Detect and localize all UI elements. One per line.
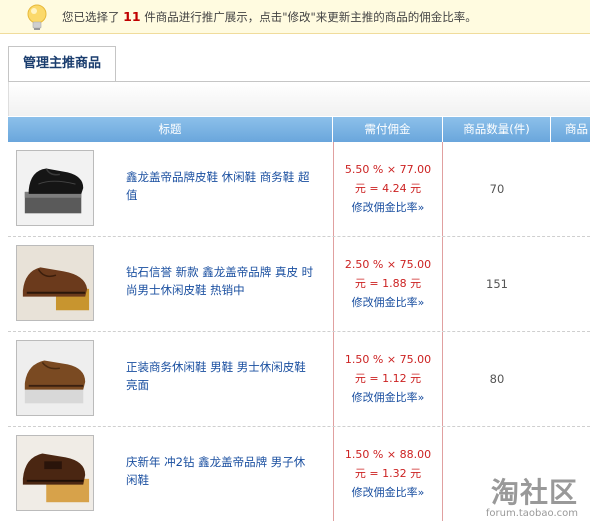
quantity-cell: 151 <box>486 277 508 291</box>
column-header-commission[interactable]: 需付佣金 <box>333 117 443 142</box>
table-header: 标题 需付佣金 商品数量(件) 商品 <box>8 117 590 142</box>
selected-count: 11 <box>123 9 141 24</box>
notice-prefix: 您已选择了 <box>62 10 120 24</box>
product-title-link[interactable]: 庆新年 冲2钻 鑫龙盖帝品牌 男子休闲鞋 <box>126 453 316 489</box>
quantity-cell: 80 <box>489 372 505 386</box>
edit-commission-link[interactable]: 修改佣金比率» <box>334 483 442 502</box>
lightbulb-icon <box>27 4 47 30</box>
tab-bar: 管理主推商品 <box>8 46 590 82</box>
commission-cell: 1.50 % × 88.00 元 = 1.32 元 修改佣金比率» <box>333 427 443 521</box>
watermark-url: forum.taobao.com <box>485 508 578 519</box>
commission-amount: 元 = 1.32 元 <box>354 467 422 480</box>
product-thumbnail[interactable] <box>16 340 94 416</box>
tab-manage-featured[interactable]: 管理主推商品 <box>8 46 116 81</box>
shoe-image <box>17 246 93 320</box>
product-title-link[interactable]: 钻石信誉 新款 鑫龙盖帝品牌 真皮 时尚男士休闲皮鞋 热销中 <box>126 263 316 299</box>
commission-amount: 元 = 1.88 元 <box>354 277 422 290</box>
shoe-image <box>17 436 93 510</box>
commission-rate: 1.50 % × 75.00 <box>344 353 432 366</box>
commission-rate: 5.50 % × 77.00 <box>344 163 432 176</box>
commission-amount: 元 = 4.24 元 <box>354 182 422 195</box>
column-header-quantity[interactable]: 商品数量(件) <box>443 117 551 142</box>
column-header-more[interactable]: 商品 <box>551 117 590 142</box>
forum-watermark: 淘社区 forum.taobao.com <box>462 471 582 519</box>
product-thumbnail[interactable] <box>16 435 94 511</box>
commission-cell: 5.50 % × 77.00 元 = 4.24 元 修改佣金比率» <box>333 142 443 236</box>
product-title-link[interactable]: 鑫龙盖帝品牌皮鞋 休闲鞋 商务鞋 超值 <box>126 168 316 204</box>
edit-commission-link[interactable]: 修改佣金比率» <box>334 388 442 407</box>
table-row: 钻石信誉 新款 鑫龙盖帝品牌 真皮 时尚男士休闲皮鞋 热销中 2.50 % × … <box>8 237 590 332</box>
product-thumbnail[interactable] <box>16 150 94 226</box>
commission-cell: 2.50 % × 75.00 元 = 1.88 元 修改佣金比率» <box>333 237 443 331</box>
commission-rate: 2.50 % × 75.00 <box>344 258 432 271</box>
notice-suffix: 件商品进行推广展示，点击"修改"来更新主推的商品的佣金比率。 <box>144 10 477 24</box>
commission-cell: 1.50 % × 75.00 元 = 1.12 元 修改佣金比率» <box>333 332 443 426</box>
shoe-image <box>17 151 93 225</box>
edit-commission-link[interactable]: 修改佣金比率» <box>334 293 442 312</box>
shoe-image <box>17 341 93 415</box>
notice-bar: 您已选择了 11 件商品进行推广展示，点击"修改"来更新主推的商品的佣金比率。 <box>0 0 590 34</box>
table-row: 正装商务休闲鞋 男鞋 男士休闲皮鞋 亮面 1.50 % × 75.00 元 = … <box>8 332 590 427</box>
table-row: 鑫龙盖帝品牌皮鞋 休闲鞋 商务鞋 超值 5.50 % × 77.00 元 = 4… <box>8 142 590 237</box>
notice-text: 您已选择了 11 件商品进行推广展示，点击"修改"来更新主推的商品的佣金比率。 <box>62 9 477 25</box>
watermark-logo: 淘社区 <box>490 476 578 509</box>
column-header-title[interactable]: 标题 <box>8 117 333 142</box>
product-thumbnail[interactable] <box>16 245 94 321</box>
quantity-cell: 70 <box>489 182 505 196</box>
commission-amount: 元 = 1.12 元 <box>354 372 422 385</box>
toolbar-strip <box>8 82 590 116</box>
edit-commission-link[interactable]: 修改佣金比率» <box>334 198 442 217</box>
product-title-link[interactable]: 正装商务休闲鞋 男鞋 男士休闲皮鞋 亮面 <box>126 358 316 394</box>
commission-rate: 1.50 % × 88.00 <box>344 448 432 461</box>
